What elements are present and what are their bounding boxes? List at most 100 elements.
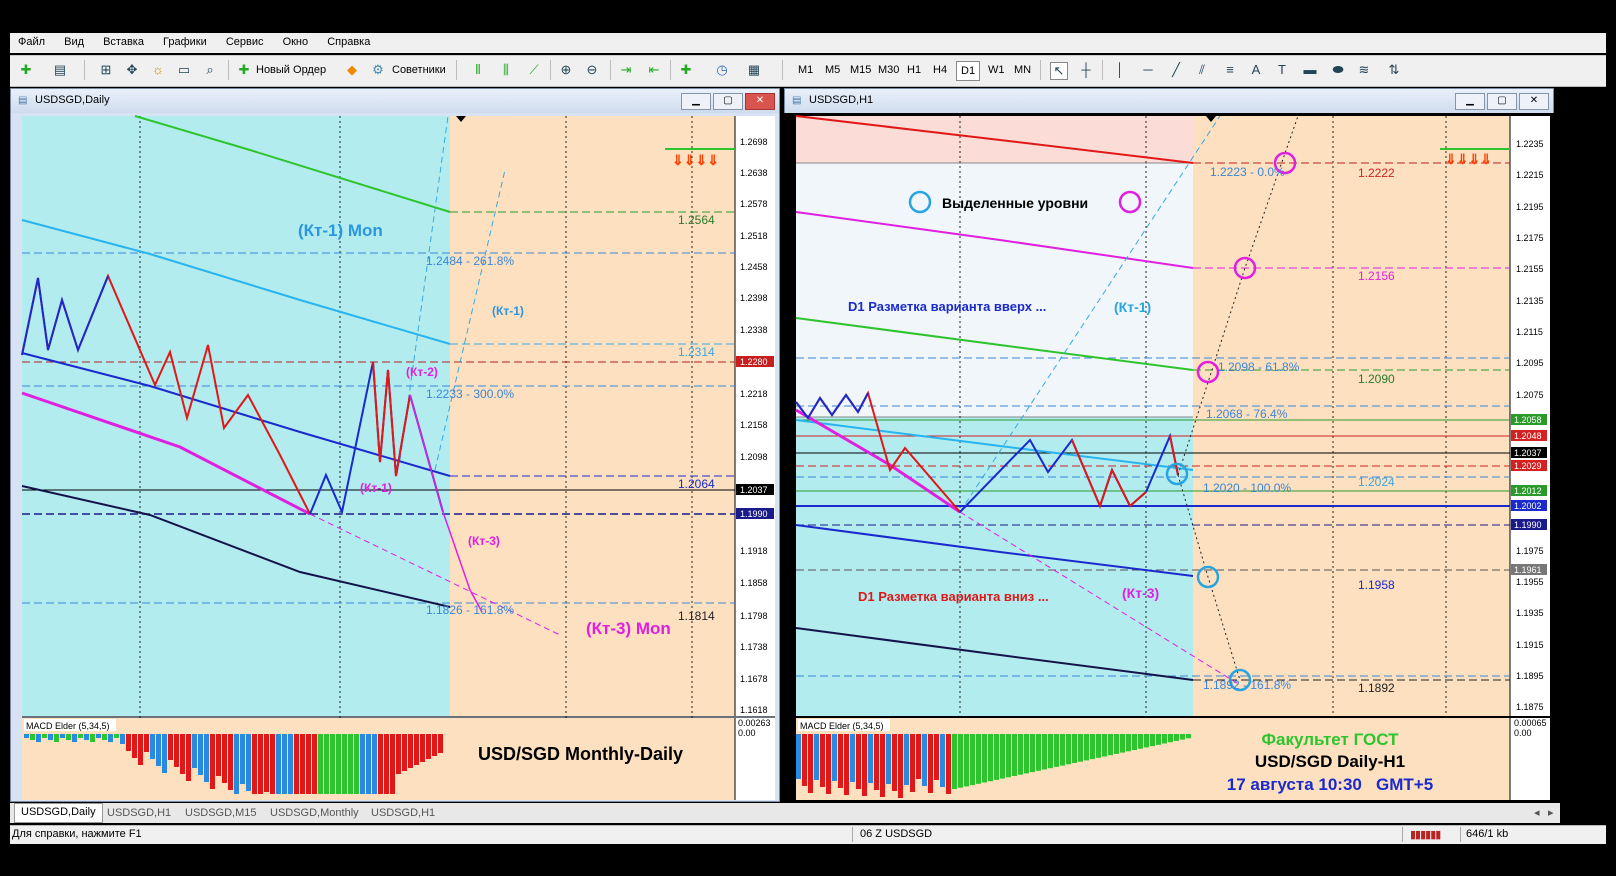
histogram-bar (1156, 734, 1161, 745)
histogram-bar (1072, 734, 1077, 763)
histogram-bar (1096, 734, 1101, 758)
histogram-bar (426, 734, 431, 759)
histogram-bar (198, 734, 203, 775)
histogram-bar (246, 734, 251, 791)
histogram-bar (222, 734, 227, 783)
tab-usdsgd-monthly[interactable]: USDSGD,Monthly (270, 805, 359, 821)
histogram-bar (916, 734, 921, 779)
close-button[interactable]: ✕ (1519, 93, 1549, 110)
histogram-bar (874, 734, 879, 790)
histogram-bar (276, 734, 281, 794)
histogram-bar (180, 734, 185, 774)
histogram-bar (282, 734, 287, 794)
indicator-name: MACD Elder (5,34,5) (800, 721, 884, 731)
histogram-bar (60, 734, 65, 738)
histogram-bar (982, 734, 987, 783)
histogram-bar (162, 734, 167, 773)
fibo-label: 1.2068 - 76.4% (1206, 407, 1288, 421)
histogram-bar (288, 734, 293, 794)
histogram-bar (814, 734, 819, 780)
price-tag: 1.2029 (1514, 461, 1542, 471)
histogram-bar (30, 734, 35, 740)
histogram-bar (1066, 734, 1071, 765)
histogram-bar (354, 734, 359, 794)
annotation-kt1: (Кт-1) (492, 304, 524, 318)
histogram-bar (372, 734, 377, 794)
histogram-bar (174, 734, 179, 767)
price-tag: 1.1990 (1514, 520, 1542, 530)
histogram-bar (48, 734, 53, 740)
status-profile: 06 Z USDSGD (860, 828, 933, 840)
tabs-scroll-left-icon[interactable]: ◂ (1534, 805, 1540, 821)
axis-tick: 1.1678 (740, 674, 768, 684)
axis-tick: 1.1955 (1516, 577, 1544, 587)
price-tag: 1.2048 (1514, 431, 1542, 441)
histogram-bar (102, 734, 107, 740)
histogram-bar (1168, 734, 1173, 743)
annotation-kt1: (Кт-1) (1114, 299, 1151, 315)
chart-canvas: ⇓⇓⇓⇓ 1.2698 1.2638 1.2578 1.2518 1.2458 … (21, 115, 1550, 800)
histogram-bar (964, 734, 969, 787)
tab-usdsgd-h1[interactable]: USDSGD,H1 (107, 805, 171, 821)
histogram-bar (66, 734, 71, 740)
histogram-bar (1108, 734, 1113, 756)
axis-tick: 1.1915 (1516, 640, 1544, 650)
maximize-button[interactable]: ▢ (1487, 93, 1517, 110)
axis-tick: 1.2175 (1516, 233, 1544, 243)
histogram-bar (240, 734, 245, 784)
histogram-bar (1012, 734, 1017, 776)
histogram-bar (856, 734, 861, 789)
histogram-bar (168, 734, 173, 760)
histogram-bar (832, 734, 837, 781)
price-tag: 1.2037 (1514, 448, 1542, 458)
axis-tick: 1.2075 (1516, 390, 1544, 400)
level-label: 1.1958 (1358, 578, 1395, 592)
level-label: 1.2064 (678, 477, 715, 491)
axis-tick: 1.1975 (1516, 546, 1544, 556)
axis-tick: 1.2215 (1516, 170, 1544, 180)
indicator-max: 0.00263 (738, 718, 771, 728)
histogram-bar (940, 734, 945, 787)
histogram-bar (946, 734, 951, 794)
price-tag: 1.2002 (1514, 501, 1542, 511)
histogram-bar (72, 734, 77, 742)
axis-tick: 1.1618 (740, 705, 768, 715)
histogram-bar (1060, 734, 1065, 766)
axis-tick: 1.2155 (1516, 264, 1544, 274)
down-arrows-icon: ⇓⇓⇓⇓ (672, 152, 719, 168)
histogram-bar (300, 734, 305, 794)
axis-tick: 1.1875 (1516, 702, 1544, 712)
histogram-bar (390, 734, 395, 794)
histogram-bar (420, 734, 425, 762)
histogram-bar (318, 734, 323, 794)
histogram-bar (96, 734, 101, 738)
histogram-bar (42, 734, 47, 738)
connection-bars-icon: ▮▮▮▮▮▮ (1410, 829, 1441, 841)
histogram-bar (886, 734, 891, 784)
tabs-scroll-right-icon[interactable]: ▸ (1548, 805, 1554, 821)
tab-usdsgd-m15[interactable]: USDSGD,M15 (185, 805, 257, 821)
axis-tick: 1.1798 (740, 611, 768, 621)
axis-tick: 1.2135 (1516, 296, 1544, 306)
axis-tick: 1.2398 (740, 293, 768, 303)
histogram-bar (330, 734, 335, 794)
histogram-bar (796, 734, 801, 779)
histogram-bar (1120, 734, 1125, 753)
minimize-button[interactable]: ▁ (1455, 93, 1485, 110)
axis-tick: 1.2698 (740, 137, 768, 147)
tab-usdsgd-h1-2[interactable]: USDSGD,H1 (371, 805, 435, 821)
histogram-bar (1126, 734, 1131, 752)
price-tag-blue: 1.1990 (740, 509, 768, 519)
fibo-label: 1.2484 - 261.8% (426, 254, 514, 268)
axis-tick: 1.1738 (740, 642, 768, 652)
histogram-bar (234, 734, 239, 794)
window-title: USDSGD,H1 (809, 94, 874, 106)
axis-tick: 1.2218 (740, 389, 768, 399)
axis-tick: 1.2338 (740, 325, 768, 335)
axis-tick: 1.2235 (1516, 139, 1544, 149)
histogram-bar (988, 734, 993, 782)
histogram-bar (432, 734, 437, 756)
histogram-bar (1042, 734, 1047, 770)
histogram-bar (1150, 734, 1155, 747)
tab-usdsgd-daily[interactable]: USDSGD,Daily (14, 803, 103, 823)
